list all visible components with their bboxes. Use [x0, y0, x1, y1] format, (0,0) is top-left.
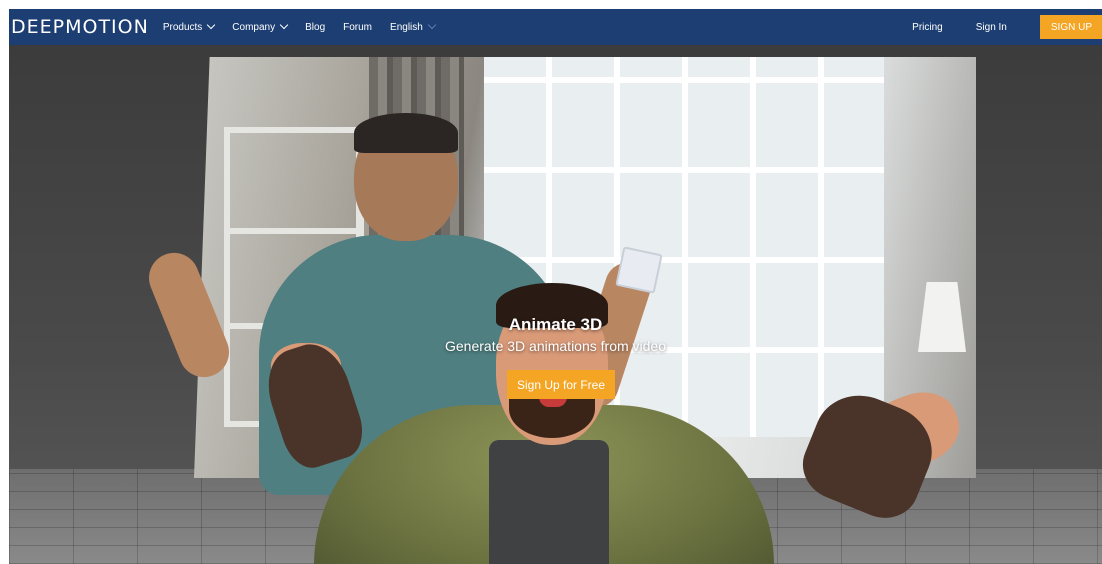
- sign-in-label: Sign In: [975, 21, 1007, 33]
- hero-title: Animate 3D: [508, 315, 603, 334]
- chevron-down-icon: [207, 20, 216, 30]
- logo-text: DEEPMOTION: [11, 16, 149, 38]
- deepmotion-logo[interactable]: DEEPMOTION: [11, 16, 149, 38]
- cube-object: [615, 246, 663, 294]
- primary-nav: Products Company Blog Forum English: [162, 20, 453, 33]
- nav-products-menu[interactable]: Products: [162, 20, 216, 33]
- nav-company-label: Company: [232, 21, 276, 33]
- page: DEEPMOTION Products Company Blog Forum E…: [0, 0, 1102, 564]
- nav-pricing-link[interactable]: Pricing: [912, 22, 943, 33]
- sign-up-for-free-button[interactable]: Sign Up for Free: [507, 370, 615, 399]
- nav-blog-label: Blog: [305, 21, 326, 33]
- top-navigation-bar: DEEPMOTION Products Company Blog Forum E…: [9, 9, 1102, 45]
- sign-up-button[interactable]: SIGN UP: [1039, 15, 1102, 39]
- nav-products-label: Products: [162, 21, 203, 33]
- hero-subtitle: Generate 3D animations from video: [445, 338, 666, 354]
- sign-in-link[interactable]: Sign In: [976, 22, 1007, 33]
- chevron-down-icon: [427, 20, 437, 30]
- nav-blog-link[interactable]: Blog: [305, 22, 325, 33]
- hero-section: Animate 3D Generate 3D animations from v…: [9, 45, 1102, 564]
- language-selector[interactable]: English: [390, 20, 437, 33]
- account-nav: Pricing Sign In SIGN UP: [912, 9, 1102, 45]
- language-label: English: [390, 21, 423, 33]
- nav-forum-label: Forum: [343, 21, 373, 33]
- nav-company-menu[interactable]: Company: [232, 20, 289, 33]
- hero-copy: Animate 3D Generate 3D animations from v…: [9, 314, 1102, 355]
- nav-forum-link[interactable]: Forum: [343, 22, 372, 33]
- chevron-down-icon: [279, 20, 289, 30]
- nav-pricing-label: Pricing: [912, 21, 943, 33]
- video-person-hair: [354, 113, 458, 153]
- avatar-shirt: [489, 440, 609, 564]
